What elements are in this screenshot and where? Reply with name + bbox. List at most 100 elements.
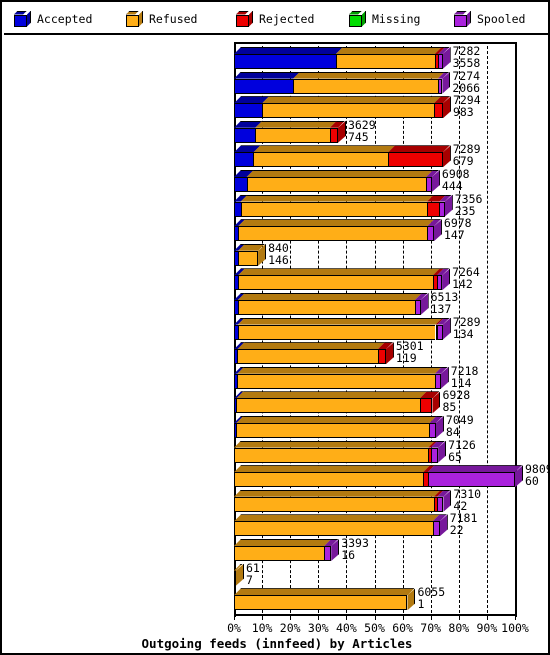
x-tick-label: 10% — [251, 621, 273, 635]
bar-segment-accepted — [234, 78, 294, 94]
stacked-bar — [234, 293, 429, 315]
x-tick — [234, 616, 235, 620]
x-tick — [290, 616, 292, 620]
stacked-bar — [234, 563, 244, 586]
bar-segment-refused — [237, 373, 435, 389]
chart-row: usenet.goja.nl.eu.org6908444 — [234, 167, 515, 194]
bar-top-face — [234, 243, 266, 251]
bar-value-label: 6978 147 — [443, 216, 472, 243]
bar-segment-refused — [234, 447, 429, 463]
chart-row: photonic.trudheim.com7289679 — [234, 142, 515, 169]
bar-segment-refused — [234, 521, 433, 537]
bar-top-face — [234, 47, 450, 54]
chart-row: endofthelinebbs.peers.news.panix.com7294… — [234, 93, 515, 120]
x-tick — [515, 616, 516, 620]
stacked-bar — [234, 489, 452, 512]
bar-top-slice-refused — [246, 170, 434, 177]
bar-top-face — [234, 317, 450, 325]
bar-segment-spooled — [427, 472, 515, 488]
bar-value-label: 3629 745 — [347, 117, 376, 144]
bar-value-label: 61 7 — [246, 560, 260, 587]
chart-row: news.chmurka.net339316 — [234, 537, 515, 563]
bar-segment-refused — [238, 226, 428, 242]
bar-top-slice-refused — [237, 366, 442, 374]
bar-top-slice-refused — [237, 317, 443, 325]
bar-top-face — [234, 539, 339, 546]
stacked-bar — [234, 465, 523, 488]
plot-area: nyheter.lysator.liu.se72823558news.netfr… — [234, 44, 550, 613]
x-tick — [262, 616, 264, 620]
bar-top-slice-refused — [293, 71, 445, 79]
x-tick-label: 30% — [307, 621, 329, 635]
bar-segment-spooled — [429, 423, 436, 438]
bar-value-label: 6928 85 — [442, 388, 471, 415]
chart-row: usenet.blueworldhosting.com60551 — [234, 586, 515, 612]
bar-segment-refused — [253, 152, 389, 168]
bar-segment-refused — [246, 177, 427, 192]
bar-value-label: 7274 2066 — [452, 68, 481, 95]
legend-label: Accepted — [37, 11, 93, 26]
bar-segment-refused — [234, 496, 434, 512]
bar-value-label: 7294 983 — [452, 93, 481, 120]
bar-segment-refused — [255, 127, 330, 143]
bar-top-face — [234, 71, 450, 79]
bar-value-label: 7218 114 — [450, 363, 479, 390]
bar-value-label: 6513 137 — [430, 290, 459, 316]
bar-value-label: 7289 134 — [452, 314, 481, 341]
bar-segment-refused — [237, 300, 415, 315]
bar-segment-rejected — [388, 152, 443, 168]
bar-top-face — [234, 120, 345, 128]
bar-value-label: 7049 84 — [445, 413, 474, 439]
x-tick — [374, 616, 376, 620]
bar-segment-accepted — [234, 177, 247, 192]
x-tick-label: 20% — [279, 621, 301, 635]
bar-segment-spooled — [437, 78, 443, 94]
chart-row: news.quux.org5301119 — [234, 340, 515, 366]
bar-segment-spooled — [427, 226, 434, 242]
bar-top-face — [234, 588, 415, 596]
bar-top-slice-rejected — [388, 145, 450, 153]
stacked-bar — [234, 416, 444, 438]
bar-top-slice-refused — [234, 465, 431, 473]
bar-top-face — [234, 489, 451, 497]
stacked-bar — [234, 514, 448, 537]
x-tick — [458, 616, 460, 620]
bar-top-slice-refused — [335, 47, 442, 54]
bar-value-label: 7126 65 — [448, 437, 476, 464]
bar-value-label: 6908 444 — [441, 167, 470, 193]
bar-segment-refused — [240, 201, 427, 217]
stacked-bar — [234, 96, 451, 119]
chart-row: news.hispagatos.org7264142 — [234, 265, 515, 292]
bar-top-slice-refused — [234, 440, 436, 448]
bar-segment-refused — [237, 349, 378, 365]
bar-value-label: 840 146 — [268, 240, 289, 267]
bar-segment-spooled — [324, 546, 332, 561]
bar-top-face — [234, 465, 522, 473]
x-tick-label: 100% — [501, 621, 529, 635]
bar-segment-spooled — [437, 324, 443, 340]
bar-value-label: 7310 42 — [453, 486, 482, 513]
bar-value-label: 7264 142 — [452, 265, 480, 292]
stacked-bar — [234, 366, 449, 389]
x-tick-label: 90% — [476, 621, 498, 635]
bar-top-slice-refused — [240, 194, 434, 202]
bar-segment-refused — [335, 54, 435, 69]
bar-top-slice-refused — [255, 120, 337, 128]
stacked-bar — [234, 194, 453, 217]
legend-item-missing: Missing — [349, 10, 420, 27]
bar-top-face — [234, 268, 450, 276]
bar-segment-spooled — [430, 447, 439, 463]
bar-top-face — [234, 440, 446, 448]
legend-label: Refused — [149, 11, 198, 26]
bar-segment-accepted — [234, 127, 256, 143]
bar-value-label: 7356 235 — [454, 191, 483, 218]
bar-top-face — [234, 342, 393, 350]
x-tick-label: 50% — [364, 621, 385, 635]
legend-item-spooled: Spooled — [454, 10, 525, 27]
bar-segment-spooled — [438, 54, 443, 69]
bar-value-label: 7289 679 — [452, 142, 481, 169]
bar-segment-accepted — [234, 152, 254, 168]
bar-segment-spooled — [436, 275, 443, 291]
bar-value-label: 7282 3558 — [452, 44, 481, 70]
chart-row: news.corradoroberto.it840146 — [234, 240, 515, 268]
